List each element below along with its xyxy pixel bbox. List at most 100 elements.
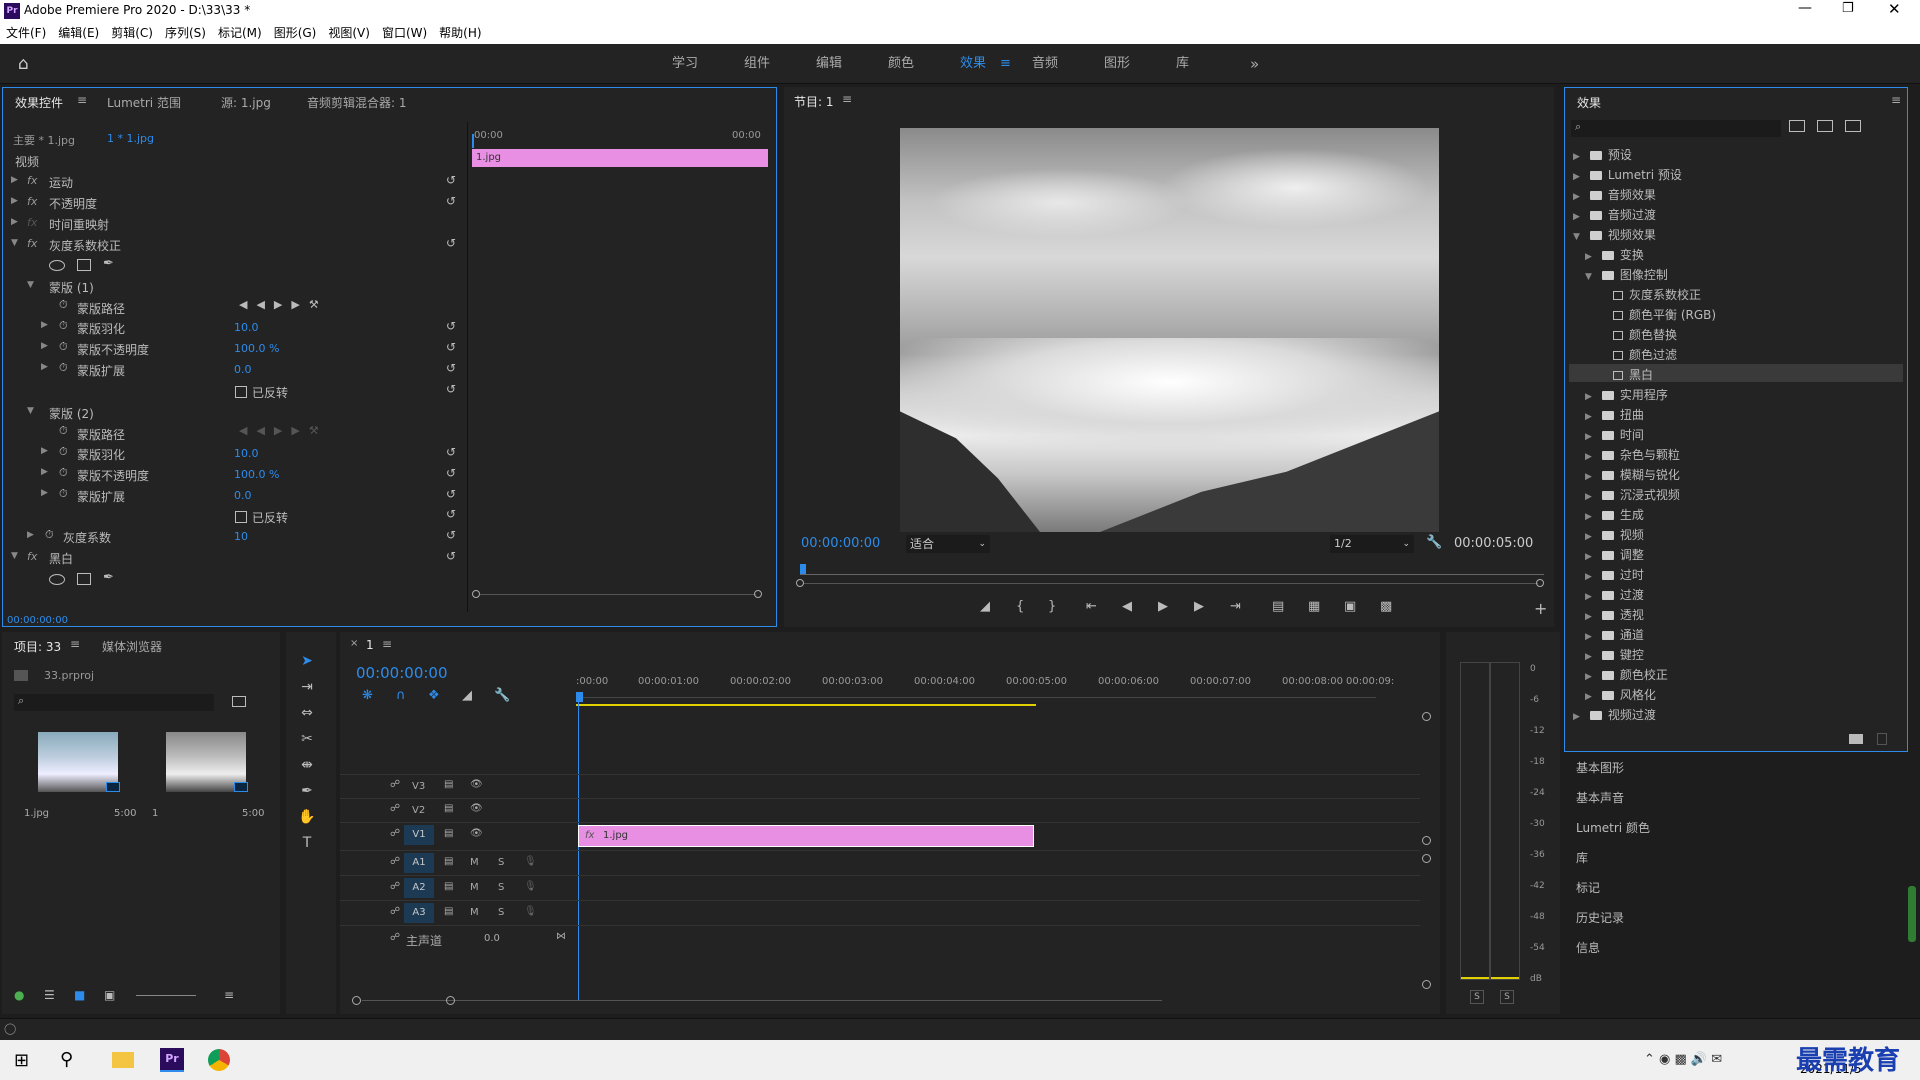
ws-color[interactable]: 颜色: [888, 44, 914, 84]
tree-color-pass[interactable]: 颜色过滤: [1613, 346, 1677, 363]
yuv-effects-icon[interactable]: [1845, 120, 1861, 132]
tree-obsolete[interactable]: ▶ 过时: [1585, 566, 1644, 583]
reset-icon[interactable]: ↺: [446, 445, 456, 459]
reset-icon[interactable]: ↺: [446, 507, 456, 521]
reset-icon[interactable]: ↺: [446, 340, 456, 354]
ec-playhead[interactable]: [472, 134, 474, 148]
compare-icon[interactable]: ▩: [1380, 599, 1392, 614]
timeline-scroll-thumb[interactable]: [446, 996, 455, 1005]
work-area-bar[interactable]: [576, 704, 1036, 706]
new-bin-icon[interactable]: [1849, 734, 1863, 744]
tree-immersive-video[interactable]: ▶ 沉浸式视频: [1585, 486, 1680, 503]
tab-program[interactable]: 节目: 1: [794, 93, 834, 110]
mask-feather-value[interactable]: 10.0: [234, 321, 259, 334]
program-timecode[interactable]: 00:00:00:00: [801, 536, 880, 551]
effects-search-input[interactable]: ⌕: [1571, 120, 1781, 137]
program-menu-icon[interactable]: ≡: [842, 92, 852, 106]
type-tool-icon[interactable]: T: [296, 832, 318, 854]
expand-icon[interactable]: ▶: [41, 320, 48, 330]
rect-mask-icon[interactable]: [77, 259, 91, 271]
solo-button[interactable]: S: [498, 857, 504, 868]
sync-icon[interactable]: ▤: [444, 906, 453, 917]
inverted-checkbox[interactable]: [235, 386, 247, 398]
master-clip[interactable]: 主要 * 1.jpg: [13, 132, 75, 148]
menu-clip[interactable]: 剪辑(C): [105, 22, 159, 44]
sync-icon[interactable]: ▤: [444, 856, 453, 867]
timeline-vscroll-mid2[interactable]: [1422, 854, 1431, 863]
timeline-clip[interactable]: fx 1.jpg: [578, 825, 1034, 847]
add-marker-icon[interactable]: ◢: [462, 688, 472, 703]
tree-lumetri-presets[interactable]: ▶ Lumetri 预设: [1573, 166, 1682, 183]
tree-video[interactable]: ▶ 视频: [1585, 526, 1644, 543]
solo-button[interactable]: S: [498, 882, 504, 893]
tab-effects[interactable]: 效果: [1577, 94, 1601, 111]
lock-icon[interactable]: ☍: [390, 856, 400, 867]
inverted-checkbox-2[interactable]: [235, 511, 247, 523]
menu-file[interactable]: 文件(F): [0, 22, 52, 44]
collapse-icon[interactable]: ▼: [11, 238, 18, 248]
menu-marker[interactable]: 标记(M): [212, 22, 268, 44]
accelerated-effects-icon[interactable]: [1789, 120, 1805, 132]
resolution-dropdown[interactable]: 1/2 ⌄: [1330, 535, 1414, 553]
eye-icon[interactable]: 👁: [470, 803, 483, 814]
tree-noise-grain[interactable]: ▶ 杂色与颗粒: [1585, 446, 1680, 463]
program-zoom-right[interactable]: [1536, 579, 1544, 587]
effects-menu-icon[interactable]: ≡: [1891, 93, 1901, 107]
program-scrubber[interactable]: [800, 574, 1544, 575]
ws-libraries[interactable]: 库: [1176, 44, 1189, 84]
32bit-effects-icon[interactable]: [1817, 120, 1833, 132]
program-image[interactable]: [900, 128, 1439, 532]
expand-icon[interactable]: ▶: [41, 341, 48, 351]
expand-icon[interactable]: ▶: [41, 488, 48, 498]
panel-markers[interactable]: 标记: [1576, 879, 1600, 896]
collapse-icon[interactable]: ▼: [27, 406, 34, 416]
lock-icon[interactable]: ☍: [390, 881, 400, 892]
tray-icons[interactable]: ⌃ ◉ ▩ 🔊 ✉: [1644, 1052, 1722, 1067]
sequence-clip[interactable]: 1 * 1.jpg: [107, 132, 154, 145]
expand-icon[interactable]: ▶: [41, 362, 48, 372]
more-workspaces-icon[interactable]: »: [1250, 44, 1259, 84]
program-playhead[interactable]: [800, 564, 806, 574]
zoom-slider[interactable]: [136, 995, 196, 996]
chrome-icon[interactable]: [208, 1049, 230, 1071]
eye-icon[interactable]: 👁: [470, 828, 483, 839]
pen-tool-icon[interactable]: ✒: [296, 780, 318, 802]
tree-channel[interactable]: ▶ 通道: [1585, 626, 1644, 643]
ec-scroll-right[interactable]: [754, 590, 762, 598]
go-to-out-icon[interactable]: ⇥: [1230, 599, 1241, 614]
timeline-ruler[interactable]: :00:00 00:00:01:00 00:00:02:00 00:00:03:…: [576, 676, 1394, 698]
selection-tool-icon[interactable]: ➤: [296, 650, 318, 672]
project-item[interactable]: 1 5:00: [148, 732, 270, 842]
mark-out-icon[interactable]: }: [1048, 599, 1056, 614]
stopwatch-icon[interactable]: ⏱: [59, 466, 68, 480]
track-target-a3[interactable]: A3: [404, 903, 434, 923]
track-target-v1[interactable]: V1: [404, 825, 434, 845]
program-zoom-left[interactable]: [796, 579, 804, 587]
tree-video-transitions[interactable]: ▶ 视频过渡: [1573, 706, 1656, 723]
mic-icon[interactable]: 🎙: [524, 881, 537, 892]
fx-icon[interactable]: fx: [27, 237, 37, 250]
menu-help[interactable]: 帮助(H): [433, 22, 487, 44]
panel-lumetri-color[interactable]: Lumetri 颜色: [1576, 819, 1650, 836]
mask-expand-value-2[interactable]: 0.0: [234, 489, 252, 502]
project-search-input[interactable]: ⌕: [14, 694, 214, 711]
tab-menu-icon[interactable]: ≡: [77, 93, 87, 107]
sync-icon[interactable]: ▤: [444, 803, 453, 814]
nest-icon[interactable]: ❋: [362, 688, 373, 703]
razor-tool-icon[interactable]: ✂: [296, 728, 318, 750]
reset-icon[interactable]: ↺: [446, 236, 456, 250]
tree-stylize[interactable]: ▶ 风格化: [1585, 686, 1656, 703]
ws-assembly[interactable]: 组件: [744, 44, 770, 84]
panel-history[interactable]: 历史记录: [1576, 909, 1624, 926]
timeline-timecode[interactable]: 00:00:00:00: [356, 664, 448, 682]
tree-color-balance-rgb[interactable]: 颜色平衡 (RGB): [1613, 306, 1716, 323]
tree-adjust[interactable]: ▶ 调整: [1585, 546, 1644, 563]
ec-clip[interactable]: 1.jpg: [472, 149, 768, 167]
ws-audio[interactable]: 音频: [1032, 44, 1058, 84]
timeline-scroll-bar[interactable]: [362, 1000, 1162, 1001]
reset-icon[interactable]: ↺: [446, 549, 456, 563]
freeform-view-icon[interactable]: ▣: [104, 988, 115, 1002]
tab-timeline[interactable]: 1: [366, 638, 374, 652]
stopwatch-icon[interactable]: ⏱: [59, 424, 68, 438]
panel-info[interactable]: 信息: [1576, 939, 1600, 956]
